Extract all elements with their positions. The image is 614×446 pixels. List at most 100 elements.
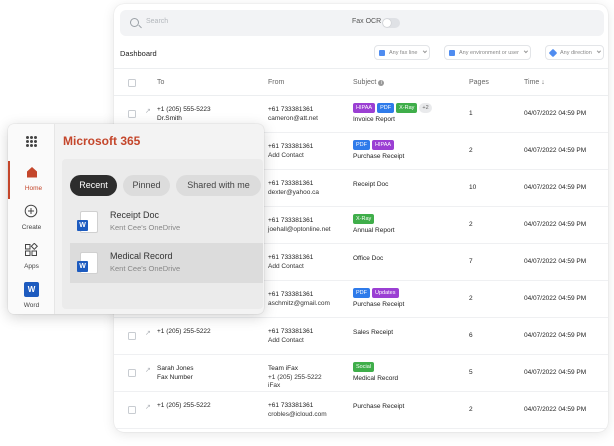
page-count: 10	[469, 184, 477, 191]
file-item[interactable]: W Medical Record Kent Cee's OneDrive	[70, 243, 263, 283]
column-time[interactable]: Time ↓	[524, 79, 545, 86]
tab-pinned[interactable]: Pinned	[123, 175, 170, 196]
environment-filter-label: Any environment or user	[459, 50, 519, 56]
rail-item-create[interactable]: Create	[8, 200, 55, 238]
info-icon: i	[378, 80, 385, 86]
row-checkbox[interactable]	[128, 406, 136, 414]
subject-text: Purchase Receipt	[353, 153, 405, 160]
table-row[interactable]: ↗ +1 (205) 255-5222 +61 733381361 Add Conta…	[114, 318, 608, 355]
subject-text: Office Doc	[353, 255, 384, 262]
recipient-primary: +1 (205) 255-5222	[157, 402, 211, 409]
rail-item-label: Create	[21, 224, 42, 231]
microsoft-365-panel: Home Create Apps W Word Microsoft 365 Re…	[8, 124, 264, 314]
search-bar[interactable]: Search Fax OCR	[120, 10, 604, 36]
column-to[interactable]: To	[157, 79, 164, 86]
tag-badge: Updates	[372, 288, 399, 298]
table-row[interactable]: ↗ +1 (205) 255-5222 +61 733381361 crobles@i…	[114, 392, 608, 429]
sender-secondary: joehall@optonline.net	[268, 226, 331, 233]
file-location: Kent Cee's OneDrive	[110, 264, 181, 273]
rail-item-label: Word	[23, 302, 40, 309]
app-launcher-icon[interactable]	[26, 136, 37, 147]
subject-text: Invoice Report	[353, 116, 395, 123]
rail-item-home[interactable]: Home	[8, 161, 55, 199]
word-document-icon: W	[77, 252, 98, 274]
file-location: Kent Cee's OneDrive	[110, 223, 181, 232]
timestamp: 04/07/2022 04:59 PM	[524, 184, 587, 191]
page-title: Dashboard	[120, 49, 157, 58]
row-checkbox[interactable]	[128, 332, 136, 340]
timestamp: 04/07/2022 04:59 PM	[524, 258, 587, 265]
rail-item-word[interactable]: W Word	[8, 278, 55, 314]
direction-filter[interactable]: Any direction	[545, 45, 605, 60]
app-brand-title: Microsoft 365	[63, 134, 141, 148]
page-count: 2	[469, 147, 473, 154]
environment-filter[interactable]: Any environment or user	[444, 45, 532, 60]
page-count: 2	[469, 406, 473, 413]
subject-text: Annual Report	[353, 227, 395, 234]
rail-item-apps[interactable]: Apps	[8, 239, 55, 277]
tag-badge: PDF	[377, 103, 395, 113]
table-row[interactable]: ↗ Sarah Jones Fax Number Team iFax +1 (205) …	[114, 355, 608, 392]
more-tags-badge[interactable]: +2	[419, 103, 432, 113]
search-icon	[130, 18, 139, 27]
direction-icon	[548, 48, 558, 58]
column-from[interactable]: From	[268, 79, 284, 86]
timestamp: 04/07/2022 04:59 PM	[524, 147, 587, 154]
row-checkbox[interactable]	[128, 369, 136, 377]
tag-badge: X-Ray	[353, 214, 375, 224]
subject-text: Purchase Receipt	[353, 301, 405, 308]
tag-badge: HIPAA	[353, 103, 376, 113]
row-checkbox[interactable]	[128, 110, 136, 118]
timestamp: 04/07/2022 04:59 PM	[524, 406, 587, 413]
fax-line-filter-label: Any fax line	[389, 50, 418, 56]
subject-text: Medical Record	[353, 375, 399, 382]
fax-line-icon	[379, 50, 385, 56]
sender-primary: +61 733381361	[268, 143, 314, 150]
tag-badge: PDF	[353, 140, 370, 150]
sender-secondary[interactable]: Add Contact	[268, 152, 304, 159]
tag-badge: HIPAA	[372, 140, 395, 150]
page-count: 2	[469, 221, 473, 228]
tag-badge: PDF	[353, 288, 370, 298]
select-all-checkbox[interactable]	[128, 79, 136, 87]
direction-arrow-icon: ↗	[145, 367, 151, 374]
fax-line-filter[interactable]: Any fax line	[374, 45, 430, 60]
column-subject[interactable]: Subject i	[353, 79, 385, 86]
fax-ocr-toggle[interactable]	[382, 18, 400, 28]
sender-secondary[interactable]: Add Contact	[268, 337, 304, 344]
tag-list: X-Ray	[353, 214, 376, 224]
timestamp: 04/07/2022 04:59 PM	[524, 295, 587, 302]
search-input[interactable]: Search	[146, 18, 168, 25]
recipient-secondary: Fax Number	[157, 374, 193, 381]
file-item[interactable]: W Receipt Doc Kent Cee's OneDrive	[70, 202, 263, 242]
sender-secondary[interactable]: Add Contact	[268, 263, 304, 270]
tag-list: PDF Updates	[353, 288, 401, 298]
sender-primary: +61 733381361	[268, 180, 314, 187]
sender-primary: Team iFax	[268, 365, 298, 372]
file-name: Medical Record	[110, 251, 173, 261]
direction-arrow-icon: ↗	[145, 108, 151, 115]
timestamp: 04/07/2022 04:59 PM	[524, 110, 587, 117]
chevron-down-icon	[524, 48, 529, 54]
sender-primary: +61 733381361	[268, 217, 314, 224]
sender-secondary: cameron@att.net	[268, 115, 318, 122]
tab-recent[interactable]: Recent	[70, 175, 117, 196]
stage: Search Fax OCR Dashboard Any fax line An…	[0, 0, 614, 446]
recipient-primary: +1 (205) 555-5223	[157, 106, 211, 113]
plus-circle-icon	[24, 204, 38, 218]
word-document-icon: W	[77, 211, 98, 233]
rail-item-label: Home	[24, 185, 43, 192]
tag-badge: X-Ray	[396, 103, 418, 113]
tab-shared-with-me[interactable]: Shared with me	[176, 175, 261, 196]
sender-primary: +61 733381361	[268, 254, 314, 261]
sender-primary: +61 733381361	[268, 106, 314, 113]
files-pane: Recent Pinned Shared with me W Receipt D…	[62, 159, 263, 309]
subject-text: Sales Receipt	[353, 329, 394, 336]
page-count: 1	[469, 110, 473, 117]
column-pages[interactable]: Pages	[469, 79, 489, 86]
sender-tertiary: iFax	[268, 382, 281, 389]
direction-arrow-icon: ↗	[145, 330, 151, 337]
tag-list: PDF HIPAA	[353, 140, 396, 150]
sender-primary: +61 733381361	[268, 328, 314, 335]
app-rail: Home Create Apps W Word	[8, 124, 55, 314]
